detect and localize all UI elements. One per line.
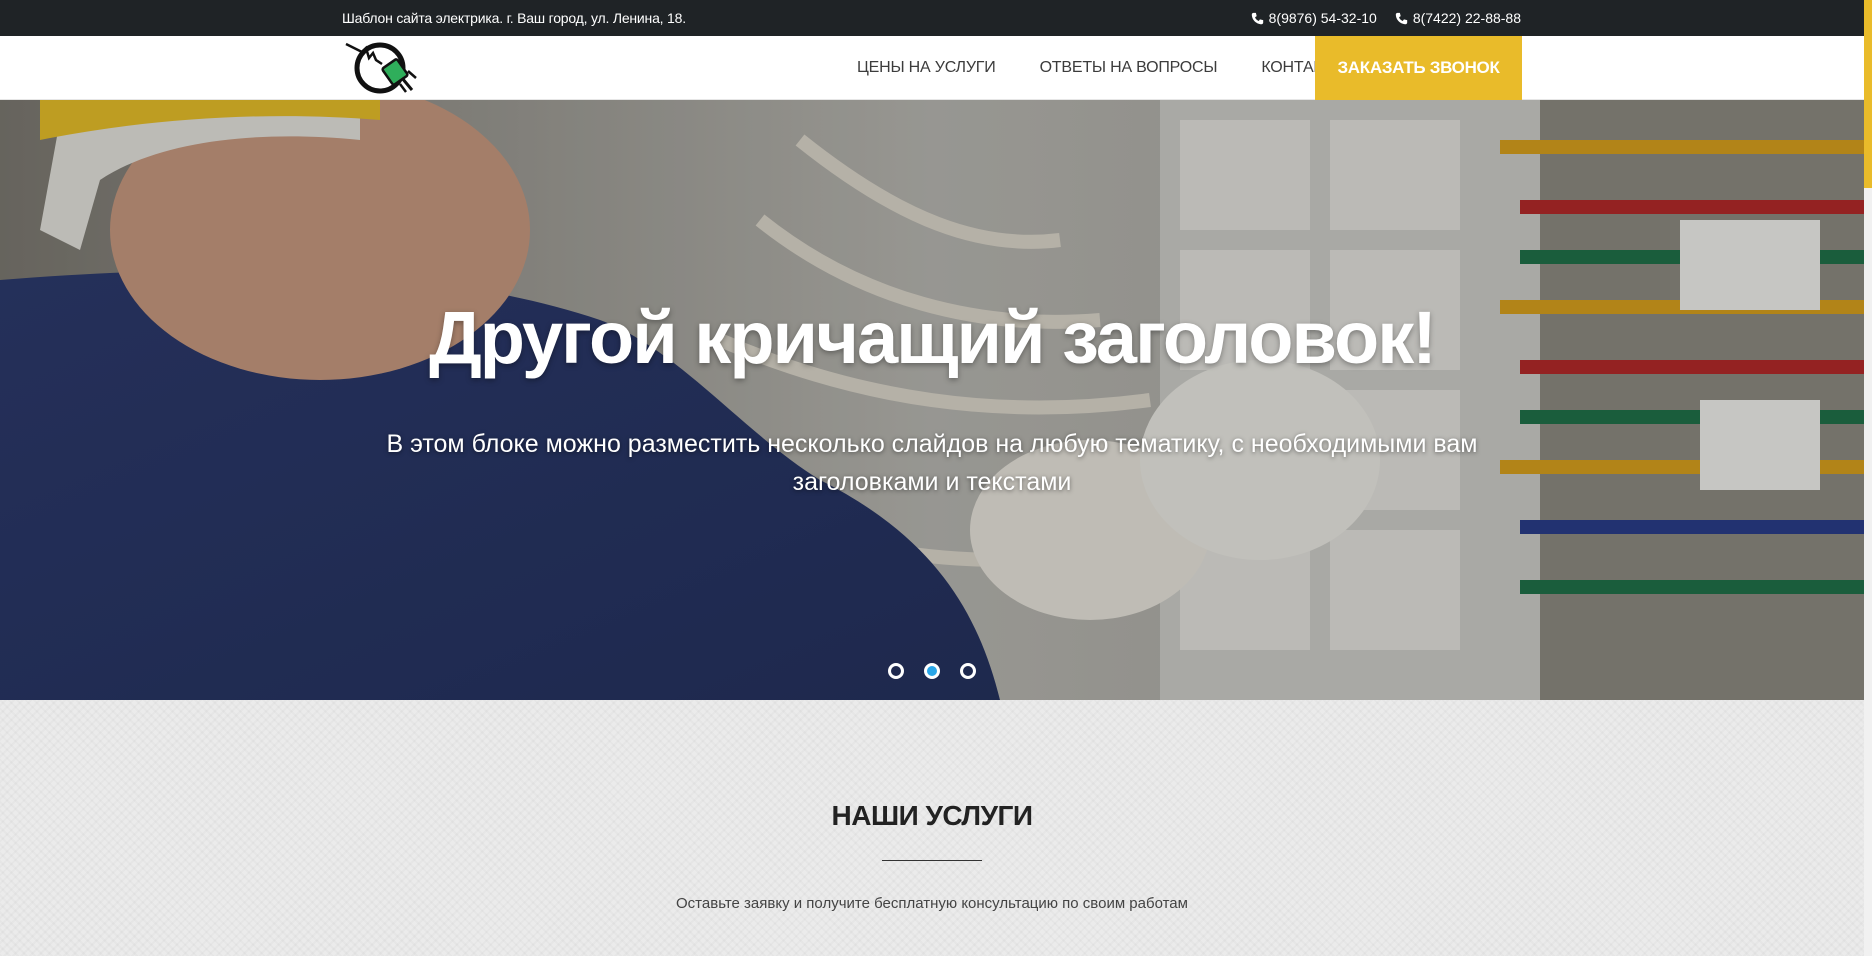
page: Шаблон сайта электрика. г. Ваш город, ул… [0, 0, 1872, 956]
nav-item-prices[interactable]: ЦЕНЫ НА УСЛУГИ [857, 59, 996, 77]
services-section: НАШИ УСЛУГИ Оставьте заявку и получите б… [0, 700, 1864, 956]
slider-dot-1[interactable] [888, 663, 904, 679]
slider-dot-3[interactable] [960, 663, 976, 679]
services-subtitle: Оставьте заявку и получите бесплатную ко… [676, 895, 1188, 912]
phone-1-number: 8(9876) 54-32-10 [1268, 10, 1377, 26]
services-divider [882, 860, 982, 861]
phone-1[interactable]: 8(9876) 54-32-10 [1251, 10, 1377, 26]
hero-text: В этом блоке можно разместить несколько … [386, 430, 1478, 496]
nav-item-faq[interactable]: ОТВЕТЫ НА ВОПРОСЫ [1040, 59, 1218, 77]
phone-list: 8(9876) 54-32-10 8(7422) 22-88-88 [1251, 10, 1521, 26]
phone-2[interactable]: 8(7422) 22-88-88 [1395, 10, 1521, 26]
scrollbar-thumb[interactable] [1864, 0, 1872, 188]
hero-slider: Другой кричащий заголовок! В этом блоке … [0, 100, 1864, 700]
address-text: Шаблон сайта электрика. г. Ваш город, ул… [342, 10, 686, 26]
order-call-button[interactable]: ЗАКАЗАТЬ ЗВОНОК [1315, 36, 1522, 100]
site-header: ЦЕНЫ НА УСЛУГИ ОТВЕТЫ НА ВОПРОСЫ КОНТАКТ… [0, 36, 1872, 100]
phone-icon [1395, 12, 1407, 24]
main-nav: ЦЕНЫ НА УСЛУГИ ОТВЕТЫ НА ВОПРОСЫ КОНТАКТ… [857, 36, 1390, 100]
slider-dot-2[interactable] [924, 663, 940, 679]
top-info-bar: Шаблон сайта электрика. г. Ваш город, ул… [0, 0, 1872, 36]
page-scrollbar[interactable] [1864, 0, 1872, 956]
electric-plug-logo[interactable] [342, 38, 426, 98]
hero-overlay [0, 100, 1864, 700]
hero-title: Другой кричащий заголовок! [429, 296, 1437, 379]
phone-2-number: 8(7422) 22-88-88 [1412, 10, 1521, 26]
slider-dots [888, 663, 976, 679]
services-title: НАШИ УСЛУГИ [831, 800, 1034, 831]
phone-icon [1251, 12, 1263, 24]
